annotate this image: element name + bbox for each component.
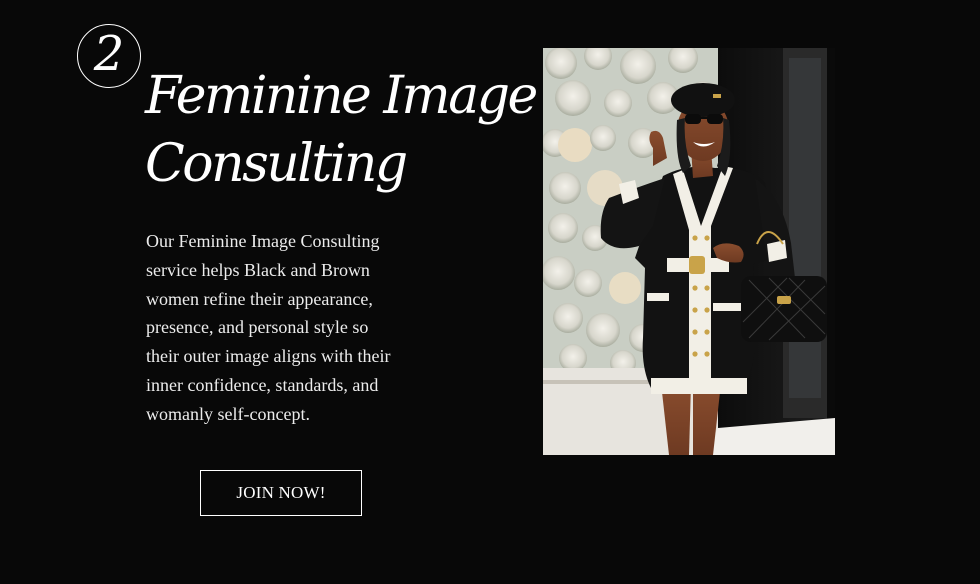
step-number-badge: 2 bbox=[77, 24, 141, 88]
description-line: womanly self-concept. bbox=[146, 403, 310, 424]
description-line: service helps Black and Brown bbox=[146, 259, 370, 280]
description-line: women refine their appearance, bbox=[146, 288, 373, 309]
join-now-label: JOIN NOW! bbox=[236, 483, 326, 502]
service-description: Our Feminine Image Consulting service he… bbox=[146, 227, 446, 429]
sunglasses bbox=[685, 114, 701, 124]
section-title-line-2: Consulting bbox=[145, 134, 408, 194]
join-now-button[interactable]: JOIN NOW! bbox=[200, 470, 362, 516]
step-number: 2 bbox=[93, 26, 125, 82]
description-line: inner confidence, standards, and bbox=[146, 374, 379, 395]
description-line: Our Feminine Image Consulting bbox=[146, 231, 380, 251]
section-title: Feminine Image Consulting bbox=[145, 62, 538, 198]
model-photo bbox=[543, 48, 835, 455]
description-line: presence, and personal style so bbox=[146, 317, 369, 338]
beret bbox=[671, 83, 735, 117]
description-line: their outer image aligns with their bbox=[146, 346, 391, 367]
quilted-handbag bbox=[741, 276, 827, 342]
section-title-line-1: Feminine Image bbox=[145, 66, 538, 126]
